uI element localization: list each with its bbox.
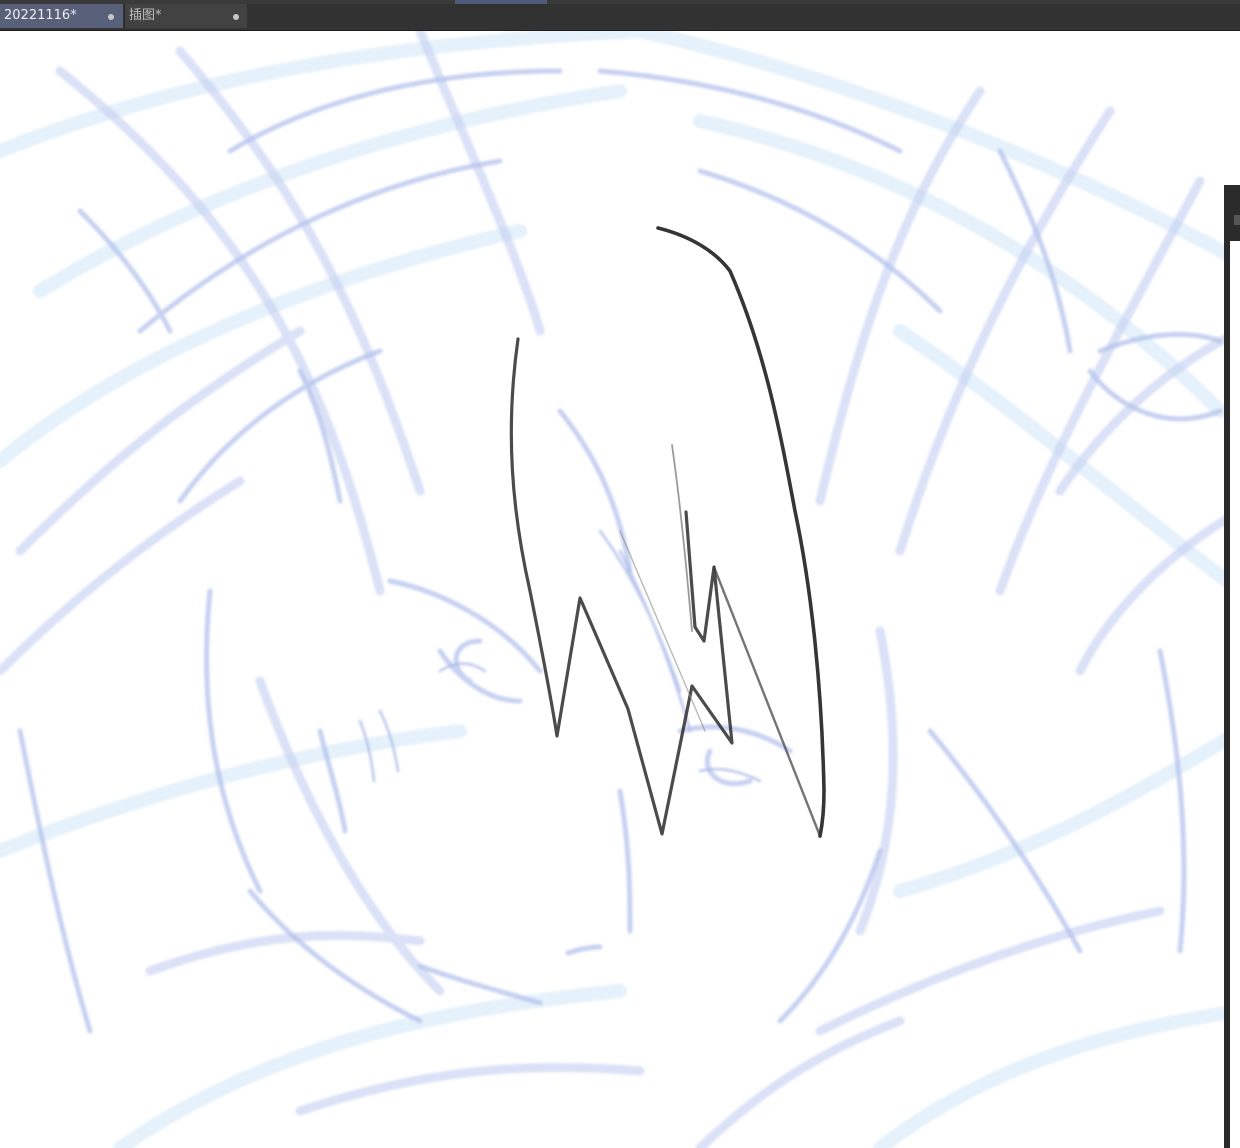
tab-document-20221116[interactable]: 20221116* [0,4,123,28]
right-side-panel-edge[interactable] [1224,185,1240,1148]
dot-icon[interactable] [108,14,114,20]
drawing-canvas[interactable] [0,31,1240,1148]
side-panel-content [1230,241,1240,1148]
tab-label: 插图* [129,8,162,23]
canvas-artwork [0,31,1240,1148]
panel-handle-icon[interactable] [1234,215,1240,225]
dot-icon[interactable] [233,14,239,20]
rough-sketch-layer [0,31,1240,1148]
tab-document-illustration[interactable]: 插图* [124,4,247,28]
document-tab-bar: 20221116* 插图* [0,4,1240,31]
tab-label: 20221116* [4,8,77,23]
